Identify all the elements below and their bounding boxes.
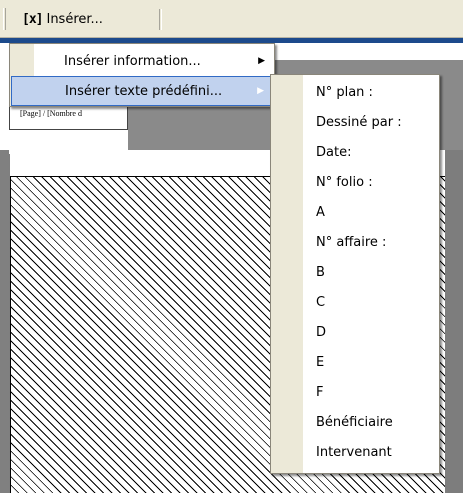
submenu-item-folio-number[interactable]: N° folio : xyxy=(272,168,438,196)
grey-margin-left xyxy=(0,150,9,493)
toolbar-separator xyxy=(159,9,162,30)
submenu-item-b[interactable]: B xyxy=(272,258,438,286)
page-number-field-text: [Page] / [Nombre d xyxy=(20,109,82,118)
toolbar-grip[interactable] xyxy=(3,8,6,30)
menu-item-label: Insérer information... xyxy=(64,53,201,69)
submenu-item-intervenant[interactable]: Intervenant xyxy=(272,438,438,466)
submenu-item-label: N° affaire : xyxy=(316,234,387,250)
submenu-item-date[interactable]: Date: xyxy=(272,138,438,166)
submenu-item-a[interactable]: A xyxy=(272,198,438,226)
submenu-arrow-icon: ▶ xyxy=(257,86,264,96)
submenu-item-beneficiary[interactable]: Bénéficiaire xyxy=(272,408,438,436)
submenu-arrow-icon: ▶ xyxy=(258,56,265,66)
submenu-item-label: Intervenant xyxy=(316,444,392,460)
submenu-item-plan-number[interactable]: N° plan : xyxy=(272,78,438,106)
submenu-item-label: F xyxy=(316,384,324,400)
submenu-item-d[interactable]: D xyxy=(272,318,438,346)
submenu-item-c[interactable]: C xyxy=(272,288,438,316)
submenu-item-f[interactable]: F xyxy=(272,378,438,406)
insert-button[interactable]: [x] Insérer... xyxy=(20,8,105,30)
submenu-item-label: B xyxy=(316,264,325,280)
submenu-item-label: Dessiné par : xyxy=(316,114,402,130)
submenu-item-label: Bénéficiaire xyxy=(316,414,393,430)
submenu-item-e[interactable]: E xyxy=(272,348,438,376)
submenu-item-label: C xyxy=(316,294,326,310)
submenu-item-drawn-by[interactable]: Dessiné par : xyxy=(272,108,438,136)
submenu-item-case-number[interactable]: N° affaire : xyxy=(272,228,438,256)
menu-item-insert-predefined-text[interactable]: Insérer texte prédéfini... ▶ xyxy=(11,76,273,106)
menu-item-label: Insérer texte prédéfini... xyxy=(65,83,223,99)
submenu-item-label: A xyxy=(316,204,325,220)
insert-field-icon: [x] xyxy=(22,11,44,27)
toolbar: [x] Insérer... xyxy=(0,0,463,38)
insert-button-label: Insérer... xyxy=(46,11,103,27)
submenu-item-label: N° plan : xyxy=(316,84,373,100)
submenu-item-label: E xyxy=(316,354,325,370)
predefined-text-submenu: N° plan : Dessiné par : Date: N° folio :… xyxy=(270,74,440,474)
submenu-item-label: Date: xyxy=(316,144,352,160)
insert-menu: Insérer information... ▶ Insérer texte p… xyxy=(9,43,275,107)
page-number-field[interactable]: [Page] / [Nombre d xyxy=(9,104,128,130)
menu-item-insert-information[interactable]: Insérer information... ▶ xyxy=(11,46,273,76)
grey-margin-right xyxy=(445,150,463,493)
submenu-item-label: D xyxy=(316,324,327,340)
submenu-item-label: N° folio : xyxy=(316,174,373,190)
